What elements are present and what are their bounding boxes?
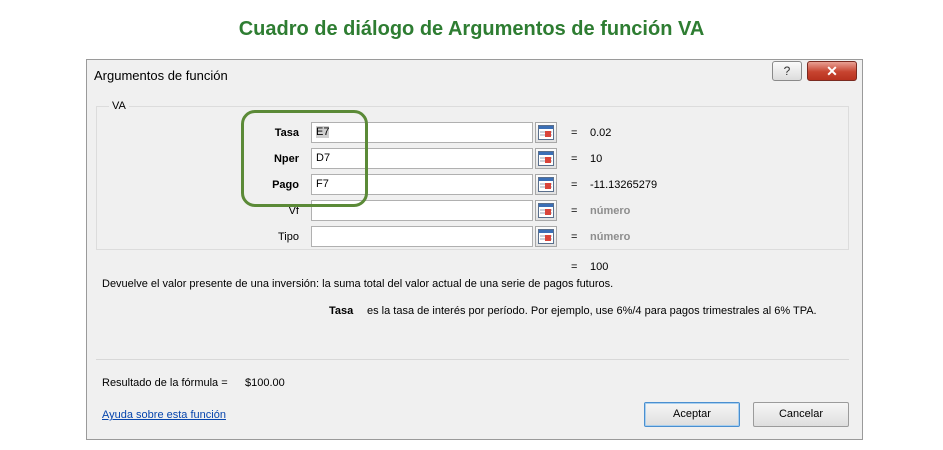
arg-result: 0.02 (590, 127, 612, 139)
arg-result-placeholder: número (590, 231, 631, 243)
collapse-dialog-icon (538, 203, 554, 218)
tipo-ref-button[interactable] (535, 226, 557, 247)
arg-result: -11.13265279 (590, 179, 658, 191)
cancel-button[interactable]: Cancelar (753, 402, 849, 427)
arg-result-placeholder: número (590, 205, 631, 217)
collapse-dialog-icon (538, 177, 554, 192)
ok-button[interactable]: Aceptar (644, 402, 740, 427)
arg-description-name: Tasa (329, 305, 354, 317)
tasa-ref-button[interactable] (535, 122, 557, 143)
help-icon: ? (783, 64, 791, 78)
equals-sign: = (571, 153, 578, 165)
collapse-dialog-icon (538, 125, 554, 140)
page-caption: Cuadro de diálogo de Argumentos de funci… (238, 18, 705, 40)
dialog-titlebar: Argumentos de función ? ✕ (87, 60, 862, 90)
arg-description-text: es la tasa de interés por período. Por e… (367, 305, 817, 317)
equals-sign: = (571, 205, 578, 217)
function-description: Devuelve el valor presente de una invers… (102, 278, 614, 290)
nper-ref-button[interactable] (535, 148, 557, 169)
arg-result: 10 (590, 153, 603, 165)
close-button[interactable]: ✕ (807, 61, 857, 81)
tipo-input[interactable] (311, 226, 533, 247)
pago-ref-button[interactable] (535, 174, 557, 195)
collapse-dialog-icon (538, 229, 554, 244)
help-button[interactable]: ? (772, 61, 802, 81)
equals-sign: = (571, 231, 578, 243)
help-link[interactable]: Ayuda sobre esta función (102, 409, 226, 421)
equals-sign: = (571, 261, 578, 273)
function-result: 100 (590, 261, 609, 273)
collapse-dialog-icon (538, 151, 554, 166)
dialog-title: Argumentos de función (94, 68, 228, 83)
vf-ref-button[interactable] (535, 200, 557, 221)
function-arguments-dialog: Argumentos de función ? ✕ VA Tasa E7 = 0… (86, 59, 863, 440)
formula-result-label: Resultado de la fórmula = (102, 377, 228, 389)
equals-sign: = (571, 127, 578, 139)
function-name-label: VA (109, 100, 129, 112)
equals-sign: = (571, 179, 578, 191)
highlight-annotation (241, 110, 368, 207)
formula-result-value: $100.00 (245, 377, 285, 389)
divider (96, 359, 849, 360)
arg-label: Tipo (278, 231, 299, 243)
close-icon: ✕ (826, 63, 838, 79)
